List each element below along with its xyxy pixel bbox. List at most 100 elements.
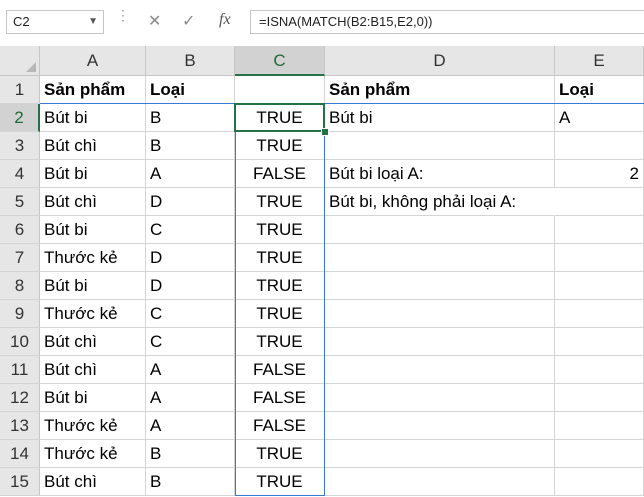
row-header-8[interactable]: 8 (0, 272, 40, 300)
row-header-4[interactable]: 4 (0, 160, 40, 188)
cell-e9[interactable] (555, 300, 644, 328)
cell-d3[interactable] (325, 132, 555, 160)
cell-b6[interactable]: C (146, 216, 235, 244)
cell-e15[interactable] (555, 468, 644, 496)
cell-a10[interactable]: Bút chì (40, 328, 146, 356)
cell-d4[interactable]: Bút bi loại A: (325, 160, 555, 188)
cell-e3[interactable] (555, 132, 644, 160)
checkmark-icon[interactable]: ✓ (182, 12, 195, 32)
cell-d11[interactable] (325, 356, 555, 384)
cell-c5[interactable]: TRUE (235, 188, 325, 216)
cell-c10[interactable]: TRUE (235, 328, 325, 356)
row-header-10[interactable]: 10 (0, 328, 40, 356)
row-header-7[interactable]: 7 (0, 244, 40, 272)
cell-c2[interactable]: TRUE (235, 104, 325, 132)
cell-a7[interactable]: Thước kẻ (40, 244, 146, 272)
cell-b15[interactable]: B (146, 468, 235, 496)
cancel-icon[interactable]: ✕ (148, 12, 161, 32)
cell-c11[interactable]: FALSE (235, 356, 325, 384)
cell-b11[interactable]: A (146, 356, 235, 384)
row-header-6[interactable]: 6 (0, 216, 40, 244)
chevron-down-icon[interactable]: ▼ (88, 11, 98, 33)
cell-c6[interactable]: TRUE (235, 216, 325, 244)
cell-d5[interactable]: Bút bi, không phải loại A: (325, 188, 555, 216)
column-header-a[interactable]: A (40, 46, 146, 76)
cell-a12[interactable]: Bút bi (40, 384, 146, 412)
cell-b1[interactable]: Loại (146, 76, 235, 104)
row-header-14[interactable]: 14 (0, 440, 40, 468)
cell-a11[interactable]: Bút chì (40, 356, 146, 384)
cell-b2[interactable]: B (146, 104, 235, 132)
cell-b5[interactable]: D (146, 188, 235, 216)
cell-c12[interactable]: FALSE (235, 384, 325, 412)
cell-b4[interactable]: A (146, 160, 235, 188)
cell-c9[interactable]: TRUE (235, 300, 325, 328)
insert-function-icon[interactable]: fx (219, 11, 231, 29)
cell-c1[interactable] (235, 76, 325, 104)
cell-e7[interactable] (555, 244, 644, 272)
cell-a4[interactable]: Bút bi (40, 160, 146, 188)
cell-d10[interactable] (325, 328, 555, 356)
row-header-3[interactable]: 3 (0, 132, 40, 160)
cell-b3[interactable]: B (146, 132, 235, 160)
cell-a3[interactable]: Bút chì (40, 132, 146, 160)
row-header-12[interactable]: 12 (0, 384, 40, 412)
cell-d12[interactable] (325, 384, 555, 412)
drag-handle-icon[interactable]: ⋮ (116, 8, 130, 32)
cell-d14[interactable] (325, 440, 555, 468)
cell-b13[interactable]: A (146, 412, 235, 440)
cell-e5[interactable] (555, 188, 644, 216)
cell-d7[interactable] (325, 244, 555, 272)
cell-d13[interactable] (325, 412, 555, 440)
cell-a15[interactable]: Bút chì (40, 468, 146, 496)
row-header-1[interactable]: 1 (0, 76, 40, 104)
cell-a1[interactable]: Sản phẩm (40, 76, 146, 104)
cell-c8[interactable]: TRUE (235, 272, 325, 300)
cell-d15[interactable] (325, 468, 555, 496)
cell-e6[interactable] (555, 216, 644, 244)
cell-c4[interactable]: FALSE (235, 160, 325, 188)
cell-b7[interactable]: D (146, 244, 235, 272)
fill-handle[interactable] (321, 128, 329, 136)
cell-c3[interactable]: TRUE (235, 132, 325, 160)
cell-e10[interactable] (555, 328, 644, 356)
row-header-5[interactable]: 5 (0, 188, 40, 216)
cell-e14[interactable] (555, 440, 644, 468)
name-box[interactable]: C2 ▼ (6, 10, 104, 34)
cell-d1[interactable]: Sản phẩm (325, 76, 555, 104)
cell-d9[interactable] (325, 300, 555, 328)
cell-b8[interactable]: D (146, 272, 235, 300)
row-header-11[interactable]: 11 (0, 356, 40, 384)
column-header-d[interactable]: D (325, 46, 555, 76)
row-header-15[interactable]: 15 (0, 468, 40, 496)
cell-e12[interactable] (555, 384, 644, 412)
cell-b14[interactable]: B (146, 440, 235, 468)
cell-d2[interactable]: Bút bi (325, 104, 555, 132)
cell-a2[interactable]: Bút bi (40, 104, 146, 132)
cell-b12[interactable]: A (146, 384, 235, 412)
cell-a8[interactable]: Bút bi (40, 272, 146, 300)
cell-a6[interactable]: Bút bi (40, 216, 146, 244)
cell-e13[interactable] (555, 412, 644, 440)
cell-a9[interactable]: Thước kẻ (40, 300, 146, 328)
cell-a5[interactable]: Bút chì (40, 188, 146, 216)
select-all-button[interactable] (0, 46, 40, 76)
cell-c7[interactable]: TRUE (235, 244, 325, 272)
column-header-e[interactable]: E (555, 46, 644, 76)
cell-e2[interactable]: A (555, 104, 644, 132)
column-header-c[interactable]: C (235, 46, 325, 76)
cell-a13[interactable]: Thước kẻ (40, 412, 146, 440)
cell-e11[interactable] (555, 356, 644, 384)
cell-e1[interactable]: Loại (555, 76, 644, 104)
cell-e8[interactable] (555, 272, 644, 300)
cell-a14[interactable]: Thước kẻ (40, 440, 146, 468)
cell-b9[interactable]: C (146, 300, 235, 328)
row-header-13[interactable]: 13 (0, 412, 40, 440)
column-header-b[interactable]: B (146, 46, 235, 76)
cell-d6[interactable] (325, 216, 555, 244)
cell-c15[interactable]: TRUE (235, 468, 325, 496)
row-header-9[interactable]: 9 (0, 300, 40, 328)
cell-c14[interactable]: TRUE (235, 440, 325, 468)
formula-input[interactable]: =ISNA(MATCH(B2:B15,E2,0)) (250, 10, 644, 34)
cell-e4[interactable]: 2 (555, 160, 644, 188)
